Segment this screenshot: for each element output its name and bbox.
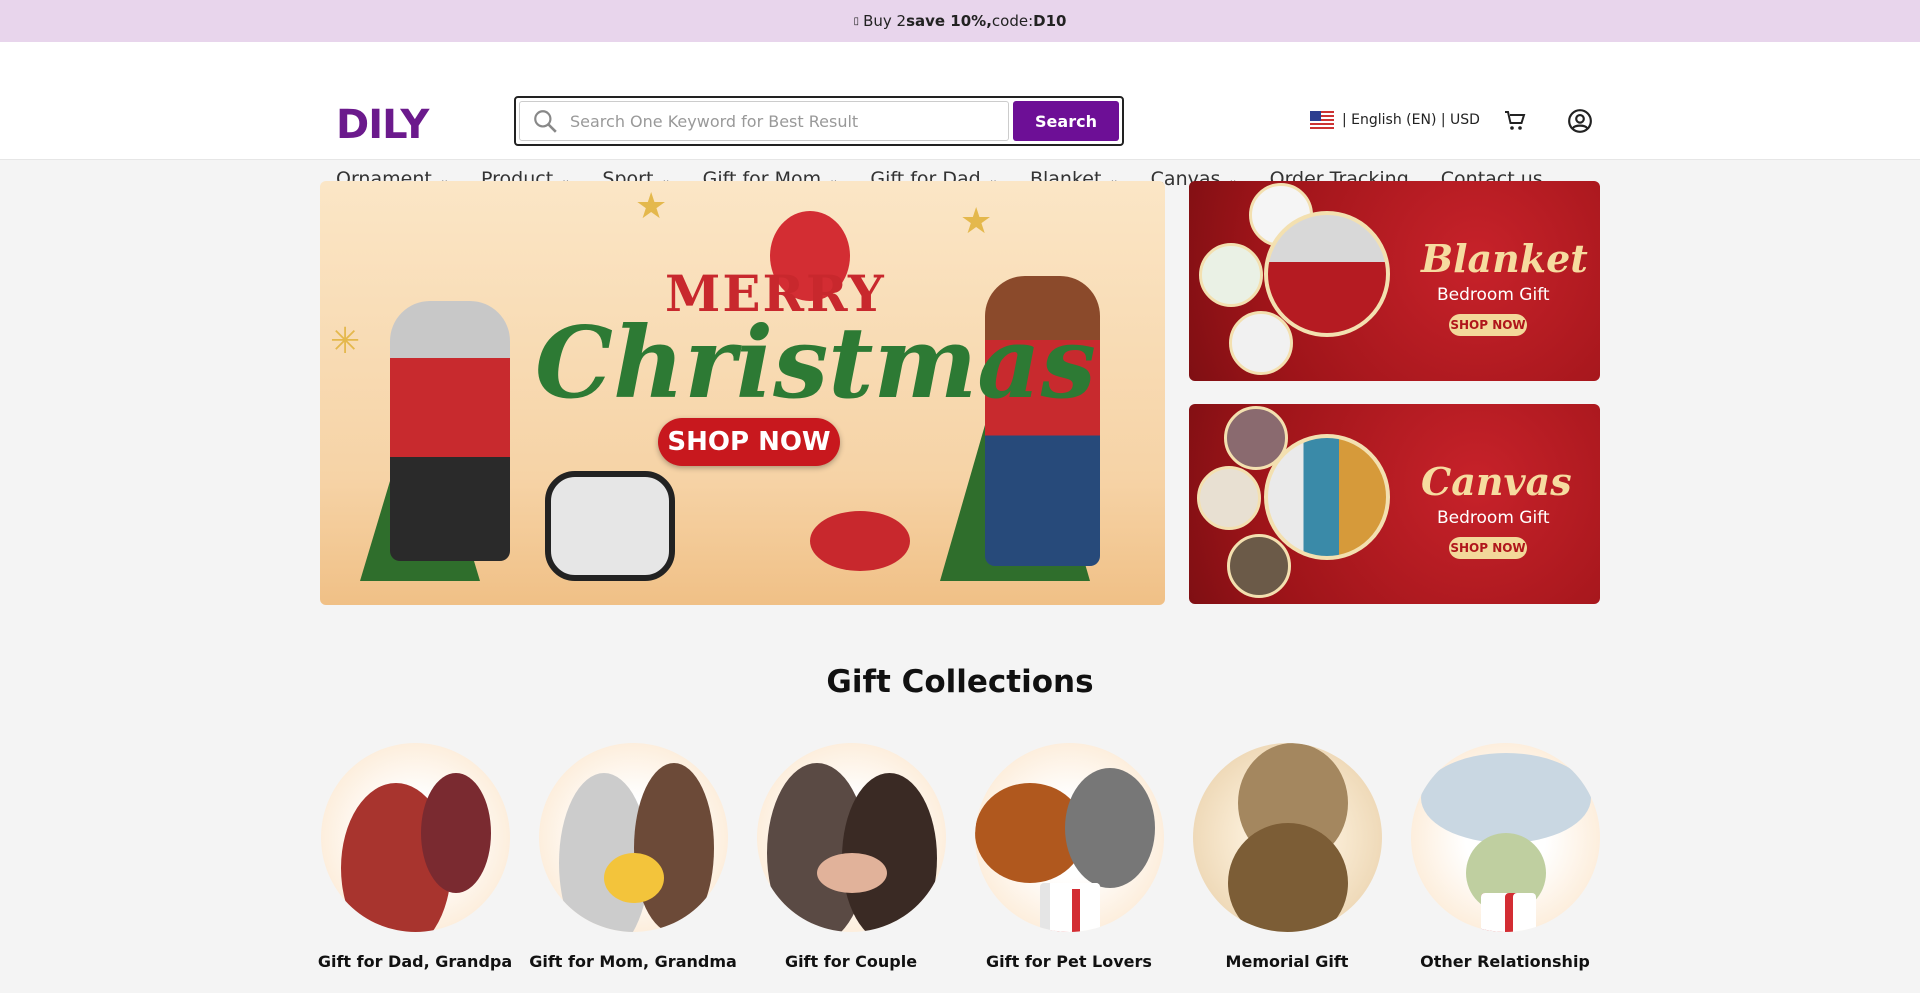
star-decoration: ★ [635,186,668,227]
search-button[interactable]: Search [1013,101,1119,141]
promo-bar: ▯ Buy 2 save 10%, code: D10 [0,0,1920,42]
gift-box-shape [1480,893,1536,932]
gift-box-shape [1039,883,1100,932]
collection-item-memorial[interactable]: Memorial Gift [1192,743,1382,971]
canvas-photo [1264,434,1390,560]
collection-image [1192,743,1382,932]
locale-label: | English (EN) | USD [1342,112,1480,128]
search-field-wrapper [519,101,1009,141]
canvas-shop-now-button[interactable]: SHOP NOW [1449,537,1527,559]
collection-image [974,743,1164,932]
canvas-banner[interactable]: Canvas Bedroom Gift SHOP NOW [1189,404,1600,604]
collection-label: Gift for Couple [784,952,918,971]
blanket-banner-subtitle: Bedroom Gift [1437,285,1550,305]
collection-label: Other Relationship [1420,952,1590,971]
collection-item-couple[interactable]: Gift for Couple [756,743,946,971]
blanket-thumb [1199,243,1263,307]
flower-shape [603,853,664,903]
blanket-photo [1264,211,1390,337]
canvas-thumb [1197,466,1261,530]
gift-collections-title: Gift Collections [826,664,1094,700]
person-shape [1420,753,1591,843]
collection-label: Gift for Pet Lovers [986,952,1152,971]
blanket-banner[interactable]: Blanket Bedroom Gift SHOP NOW [1189,181,1600,381]
star-decoration: ★ [960,201,993,242]
collection-image [320,743,510,932]
promo-code: D10 [1033,12,1067,30]
locale-selector[interactable]: | English (EN) | USD [1310,111,1480,129]
canvas-banner-title: Canvas [1421,459,1572,504]
promo-text-c: code: [991,12,1034,30]
promo-text-b: save 10%, [906,12,992,30]
heart-hands-shape [816,853,887,893]
canvas-thumb [1227,534,1291,598]
search-bar: Search [514,96,1124,146]
collection-label: Gift for Mom, Grandma [529,952,737,971]
user-circle-icon[interactable] [1567,108,1593,134]
football-pads-illustration [545,471,675,581]
hero-section: ★ ★ ✳ MERRY Christmas SHOP NOW Blanket B… [320,181,1600,605]
blanket-banner-title: Blanket [1421,236,1588,281]
collection-image [1410,743,1600,932]
collection-item-dad-grandpa[interactable]: Gift for Dad, Grandpa [317,743,513,971]
gift-icon: ▯ [853,15,860,27]
site-logo[interactable]: DILY [336,102,429,148]
person-shape [420,773,491,893]
cart-icon[interactable] [1502,109,1528,133]
person-shape [1227,823,1348,932]
grandma-child-illustration [390,301,510,561]
canvas-banner-subtitle: Bedroom Gift [1437,508,1550,528]
banner-shop-now-button[interactable]: SHOP NOW [658,418,840,466]
search-input[interactable] [570,111,990,131]
gift-collections-list: Gift for Dad, Grandpa Gift for Mom, Gran… [317,743,1600,971]
puppy-bed-illustration [810,511,910,571]
christmas-banner[interactable]: ★ ★ ✳ MERRY Christmas SHOP NOW [320,181,1165,605]
cat-shape [1064,768,1155,888]
banner-headline-christmas: Christmas [535,306,1096,421]
search-icon [534,110,557,133]
collection-label: Memorial Gift [1225,952,1349,971]
promo-text-a: Buy 2 [863,12,907,30]
blanket-shop-now-button[interactable]: SHOP NOW [1449,314,1527,336]
star-decoration: ✳ [330,321,361,362]
site-header: DILY Search | English (EN) | USD Ornamen… [0,42,1920,190]
collection-item-other-relationship[interactable]: Other Relationship [1410,743,1600,971]
collection-image [538,743,728,932]
blanket-thumb [1229,311,1293,375]
collection-label: Gift for Dad, Grandpa [317,952,513,971]
person-shape [633,763,714,932]
us-flag-icon [1310,111,1334,129]
collection-item-mom-grandma[interactable]: Gift for Mom, Grandma [529,743,737,971]
collection-image [756,743,946,932]
collection-item-pet-lovers[interactable]: Gift for Pet Lovers [974,743,1164,971]
